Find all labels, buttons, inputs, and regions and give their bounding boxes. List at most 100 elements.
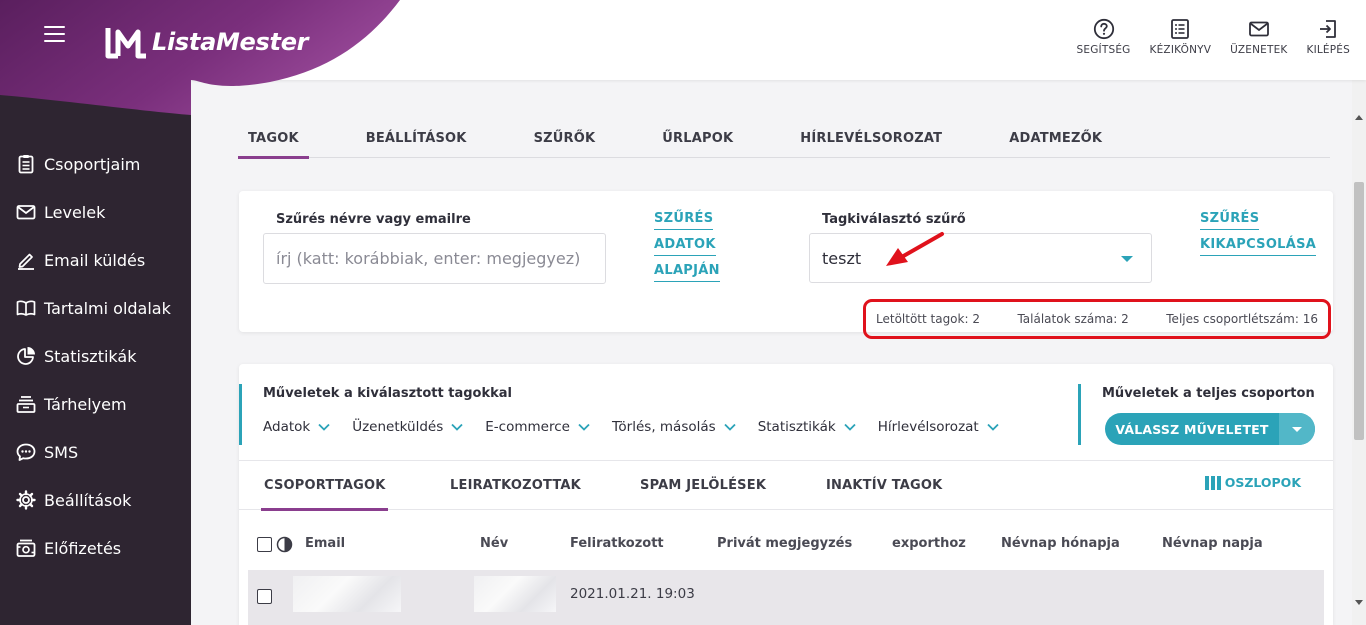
ecommerce-dropdown[interactable]: E-commerce xyxy=(485,419,590,435)
table-row[interactable]: 2021.01.21. 19:03 xyxy=(248,570,1324,625)
torles-masolas-dropdown[interactable]: Törlés, másolás xyxy=(612,419,736,435)
tab-beallitasok[interactable]: BEÁLLÍTÁSOK xyxy=(356,118,477,158)
tab-urlapok[interactable]: ŰRLAPOK xyxy=(652,118,743,158)
help-label: SEGÍTSÉG xyxy=(1076,44,1131,56)
caret-down-icon[interactable] xyxy=(1279,413,1315,445)
sidebar-item-tartalmi-oldalak[interactable]: Tartalmi oldalak xyxy=(0,284,191,332)
hirlevelsorozat-dropdown[interactable]: Hírlevélsorozat xyxy=(878,419,999,435)
group-operations-title: Műveletek a teljes csoporton xyxy=(1102,386,1315,401)
mail-icon xyxy=(16,205,36,220)
tab-inaktiv-tagok[interactable]: INAKTÍV TAGOK xyxy=(826,461,942,509)
column-header-exporthoz[interactable]: exporthoz xyxy=(892,536,966,551)
subscription-icon xyxy=(16,539,36,557)
column-header-nev[interactable]: Név xyxy=(480,536,508,551)
column-header-email[interactable]: Email xyxy=(305,536,345,551)
tab-csoporttagok[interactable]: CSOPORTTAGOK xyxy=(260,461,389,511)
column-header-feliratkozott[interactable]: Feliratkozott xyxy=(570,536,664,551)
statisztikak-dropdown[interactable]: Statisztikák xyxy=(758,419,856,435)
column-header-privat-megjegyzes[interactable]: Privát megjegyzés xyxy=(717,536,852,551)
tab-leiratkozottak[interactable]: LEIRATKOZOTTAK xyxy=(450,461,581,509)
sidebar: ListaMester Csoportjaim Levelek Email kü… xyxy=(0,0,400,625)
tab-spam-jelolesek[interactable]: SPAM JELÖLÉSEK xyxy=(640,461,766,509)
search-input[interactable] xyxy=(263,233,606,284)
top-actions: SEGÍTSÉG KÉZIKÖNYV ÜZENETEK KILÉPÉS xyxy=(1077,18,1366,56)
help-button[interactable]: SEGÍTSÉG xyxy=(1077,18,1131,56)
page-scrollbar[interactable] xyxy=(1352,80,1366,625)
name-cell-redacted xyxy=(474,576,556,612)
member-filter-value: teszt xyxy=(822,249,862,268)
chevron-down-icon xyxy=(724,423,736,431)
scroll-up-icon[interactable] xyxy=(1355,115,1363,120)
sidebar-item-email-kuldes[interactable]: Email küldés xyxy=(0,236,191,284)
logo-mark-icon xyxy=(105,28,146,59)
pen-icon xyxy=(18,253,34,270)
contrast-icon[interactable] xyxy=(276,536,293,553)
manual-icon xyxy=(1171,19,1190,39)
main-tabs: TAGOK BEÁLLÍTÁSOK SZŰRŐK ŰRLAPOK HÍRLEVÉ… xyxy=(238,118,1330,159)
sidebar-item-label: Tartalmi oldalak xyxy=(44,298,171,318)
sidebar-item-tarhelyem[interactable]: Tárhelyem xyxy=(0,380,191,428)
chat-bubble-icon xyxy=(16,443,36,461)
chevron-down-icon xyxy=(844,423,856,431)
sidebar-item-statisztikak[interactable]: Statisztikák xyxy=(0,332,191,380)
sidebar-item-beallitasok[interactable]: Beállítások xyxy=(0,476,191,524)
select-all-checkbox[interactable] xyxy=(257,537,272,552)
adatok-dropdown[interactable]: Adatok xyxy=(263,419,330,435)
filter-card: Szűrés névre vagy emailre SZŰRÉS ADATOK … xyxy=(239,191,1333,339)
sidebar-item-label: Tárhelyem xyxy=(44,394,127,414)
columns-label: OSZLOPOK xyxy=(1224,475,1301,490)
tab-adatmezok[interactable]: ADATMEZŐK xyxy=(999,118,1112,158)
selected-operations-title: Műveletek a kiválasztott tagokkal xyxy=(263,386,512,401)
sidebar-item-label: Levelek xyxy=(44,202,106,222)
logout-button[interactable]: KILÉPÉS xyxy=(1307,18,1351,56)
manual-button[interactable]: KÉZIKÖNYV xyxy=(1150,18,1212,56)
filter-by-data-link[interactable]: SZŰRÉS ADATOK ALAPJÁN xyxy=(654,208,720,286)
results-count-stat: Találatok száma: 2 xyxy=(1017,312,1129,326)
disable-filter-link[interactable]: SZŰRÉS KIKAPCSOLÁSA xyxy=(1200,208,1317,260)
choose-operation-label: VÁLASSZ MŰVELETET xyxy=(1115,421,1269,437)
column-header-nevnap-napja[interactable]: Névnap napja xyxy=(1162,536,1263,551)
sidebar-item-csoportjaim[interactable]: Csoportjaim xyxy=(0,140,191,188)
choose-operation-button[interactable]: VÁLASSZ MŰVELETET xyxy=(1105,413,1315,445)
filter-by-data-link-line3: ALAPJÁN xyxy=(654,260,720,282)
disable-filter-link-line2: KIKAPCSOLÁSA xyxy=(1200,234,1317,256)
menu-toggle-icon[interactable] xyxy=(44,26,65,42)
columns-button[interactable]: OSZLOPOK xyxy=(1204,475,1301,490)
row-checkbox[interactable] xyxy=(257,589,272,604)
book-icon xyxy=(16,300,36,316)
filter-by-data-link-line2: ADATOK xyxy=(654,234,716,256)
uzenetkuldes-dropdown[interactable]: Üzenetküldés xyxy=(352,419,463,435)
member-filter-select[interactable]: teszt xyxy=(809,233,1152,283)
dropdown-label: Statisztikák xyxy=(757,419,836,435)
sidebar-item-sms[interactable]: SMS xyxy=(0,428,191,476)
stats-highlight-box: Letöltött tagok: 2 Találatok száma: 2 Te… xyxy=(863,299,1331,339)
sidebar-nav: Csoportjaim Levelek Email küldés Tartalm… xyxy=(0,140,191,572)
email-cell-redacted xyxy=(293,576,401,612)
subscribed-cell: 2021.01.21. 19:03 xyxy=(570,586,695,602)
scroll-thumb[interactable] xyxy=(1354,182,1364,440)
pie-chart-icon xyxy=(17,347,35,365)
table-header: Email Név Feliratkozott Privát megjegyzé… xyxy=(239,524,1333,564)
column-header-nevnap-honapja[interactable]: Névnap hónapja xyxy=(1001,536,1120,551)
dropdown-label: Hírlevélsorozat xyxy=(877,419,979,435)
sidebar-item-elofizetes[interactable]: Előfizetés xyxy=(0,524,191,572)
clipboard-icon xyxy=(18,155,34,174)
dropdown-label: Üzenetküldés xyxy=(352,419,444,435)
downloaded-members-stat: Letöltött tagok: 2 xyxy=(876,312,980,326)
storage-icon xyxy=(16,396,36,413)
brand-name: ListaMester xyxy=(152,28,309,56)
chevron-down-icon xyxy=(318,423,330,431)
sidebar-item-label: Statisztikák xyxy=(44,346,137,366)
selected-operations-dropdowns: Adatok Üzenetküldés E-commerce Törlés, m… xyxy=(263,419,1069,435)
scroll-down-icon[interactable] xyxy=(1355,600,1363,605)
tab-tagok[interactable]: TAGOK xyxy=(238,118,309,159)
columns-icon xyxy=(1204,475,1221,490)
sidebar-item-label: Beállítások xyxy=(44,490,132,510)
sidebar-item-levelek[interactable]: Levelek xyxy=(0,188,191,236)
tab-szurok[interactable]: SZŰRŐK xyxy=(524,118,606,158)
messages-button[interactable]: ÜZENETEK xyxy=(1230,18,1287,56)
brand-logo[interactable]: ListaMester xyxy=(104,24,309,60)
tab-hirlevelsorozat[interactable]: HÍRLEVÉLSOROZAT xyxy=(790,118,952,158)
sidebar-item-label: Csoportjaim xyxy=(44,154,141,174)
logout-label: KILÉPÉS xyxy=(1306,44,1350,56)
